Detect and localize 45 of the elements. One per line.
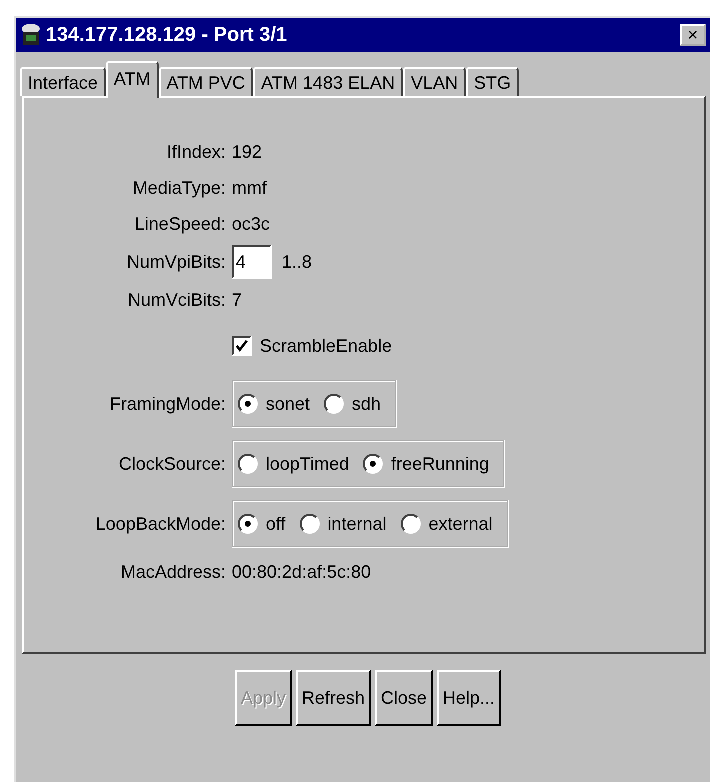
window-title: 134.177.128.129 - Port 3/1 (46, 24, 288, 46)
checkmark-icon (236, 340, 248, 352)
field-value: 7 (232, 290, 244, 310)
tab[interactable]: VLAN (403, 67, 466, 96)
radio-label: loopTimed (266, 454, 350, 474)
radio-button[interactable] (300, 514, 320, 534)
checkbox-label: ScrambleEnable (260, 336, 392, 356)
tab[interactable]: ATM PVC (158, 67, 254, 96)
field-label: MacAddress: (120, 562, 227, 582)
tab[interactable]: Interface (20, 67, 106, 96)
field-label: LineSpeed: (134, 214, 227, 234)
dialog-button[interactable]: Refresh (296, 670, 371, 726)
radio-label: external (428, 514, 493, 534)
field-label: IfIndex: (166, 142, 227, 162)
close-button[interactable]: × (680, 24, 706, 46)
field-label: MediaType: (132, 178, 227, 198)
radio-button[interactable] (363, 454, 384, 474)
dialog-button[interactable]: Help... (437, 670, 502, 726)
field-label: NumVpiBits: (126, 252, 227, 272)
tab[interactable]: ATM (106, 61, 159, 98)
radio-label: off (266, 514, 286, 534)
radio-label: internal (328, 514, 387, 534)
checkbox[interactable] (232, 336, 252, 356)
radio-label: sonet (266, 394, 310, 414)
tab[interactable]: STG (466, 67, 520, 96)
radio-button[interactable] (238, 514, 258, 534)
field-value: oc3c (232, 214, 272, 234)
computer-icon (20, 23, 42, 47)
radio-button[interactable] (238, 394, 258, 414)
radio-button[interactable] (400, 514, 421, 534)
field-label: ClockSource: (118, 454, 227, 474)
field-label: FramingMode: (108, 394, 227, 414)
field-value: 192 (232, 142, 264, 162)
field-value: mmf (232, 178, 268, 198)
field-value: 00:80:2d:af:5c:80 (232, 562, 372, 582)
tab[interactable]: ATM 1483 ELAN (253, 67, 404, 96)
radio-label: freeRunning (391, 454, 490, 474)
radio-button[interactable] (238, 454, 258, 474)
field-label: NumVciBits: (126, 290, 227, 310)
dialog-button[interactable]: Close (375, 670, 434, 726)
field-label: LoopBackMode: (94, 514, 227, 534)
radio-label: sdh (352, 394, 382, 414)
radio-button[interactable] (324, 394, 344, 414)
range-hint: 1..8 (282, 252, 312, 272)
input-field[interactable]: 4 (232, 245, 272, 279)
